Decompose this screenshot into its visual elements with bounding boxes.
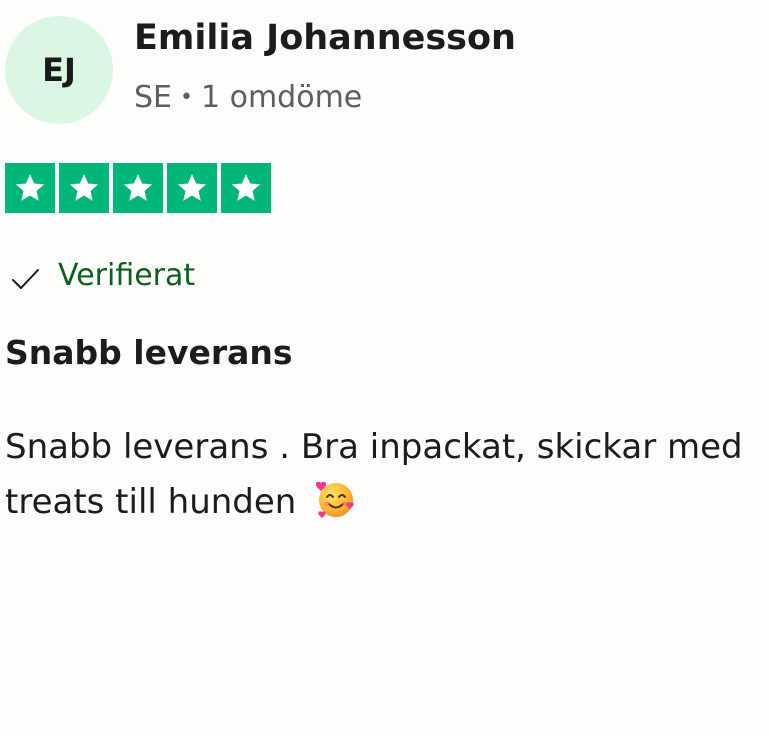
star-icon (69, 174, 99, 201)
star-icon (177, 174, 207, 201)
star-rating (5, 163, 271, 213)
star-5 (221, 163, 271, 213)
star-1 (5, 163, 55, 213)
reviewer-meta: SE • 1 omdöme (134, 80, 362, 115)
star-4 (167, 163, 217, 213)
review-count: 1 omdöme (200, 80, 363, 115)
star-3 (113, 163, 163, 213)
review-body: Snabb leverans . Bra inpackat, skickar m… (5, 420, 745, 530)
star-2 (59, 163, 109, 213)
star-icon (15, 174, 45, 201)
checkmark-icon (12, 269, 39, 289)
star-icon (123, 174, 153, 201)
review-body-text: Snabb leverans . Bra inpackat, skickar m… (5, 427, 743, 522)
reviewer-country: SE (134, 80, 172, 115)
reviewer-name[interactable]: Emilia Johannesson (134, 18, 516, 58)
star-icon (231, 174, 261, 201)
smiling-face-with-hearts-icon (316, 481, 354, 518)
review-title: Snabb leverans (5, 333, 293, 372)
verified-badge[interactable]: Verifierat (10, 256, 195, 294)
avatar: EJ (5, 16, 113, 124)
review-card: EJ Emilia Johannesson SE • 1 omdöme Veri… (0, 0, 769, 736)
meta-separator: • (180, 85, 193, 110)
verified-label: Verifierat (58, 257, 196, 293)
avatar-initials: EJ (42, 51, 76, 89)
